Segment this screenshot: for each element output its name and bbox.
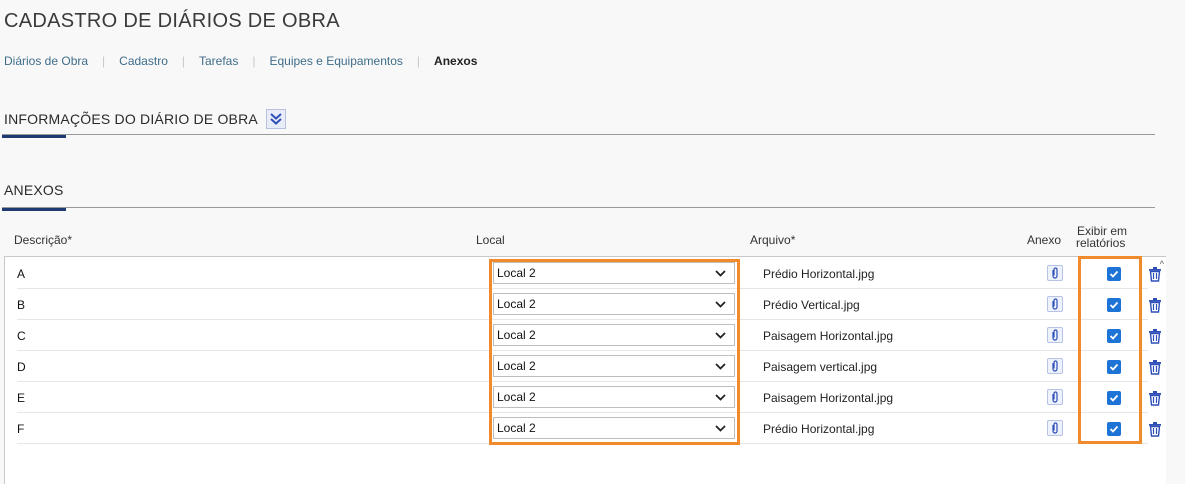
chevron-down-icon xyxy=(715,299,726,313)
double-chevron-down-icon[interactable] xyxy=(265,109,286,129)
chevron-down-icon xyxy=(715,361,726,375)
exibir-checkbox[interactable] xyxy=(1107,298,1121,312)
exibir-checkbox[interactable] xyxy=(1107,329,1121,343)
trash-icon[interactable] xyxy=(1147,389,1163,407)
breadcrumb-separator: | xyxy=(252,54,256,68)
trash-icon[interactable] xyxy=(1147,358,1163,376)
row-descricao[interactable]: E xyxy=(17,382,477,413)
local-select[interactable]: Local 2 xyxy=(493,417,735,439)
local-select[interactable]: Local 2 xyxy=(493,355,735,377)
section-accent-bar xyxy=(2,135,66,138)
section-accent-bar xyxy=(2,208,66,211)
row-descricao[interactable]: D xyxy=(17,351,477,382)
row-arquivo: Prédio Vertical.jpg xyxy=(763,297,860,312)
section-divider xyxy=(2,207,1155,208)
local-select[interactable]: Local 2 xyxy=(493,324,735,346)
col-header-descricao[interactable]: Descrição* xyxy=(14,233,72,247)
row-arquivo: Paisagem Horizontal.jpg xyxy=(763,390,894,405)
chevron-down-icon xyxy=(715,330,726,344)
row-descricao[interactable]: A xyxy=(17,258,477,289)
col-header-arquivo[interactable]: Arquivo* xyxy=(750,233,795,247)
breadcrumb-separator: | xyxy=(181,54,185,68)
paperclip-icon[interactable] xyxy=(1047,358,1063,374)
paperclip-icon[interactable] xyxy=(1047,420,1063,436)
paperclip-icon[interactable] xyxy=(1047,327,1063,343)
paperclip-icon[interactable] xyxy=(1047,265,1063,281)
local-select-value: Local 2 xyxy=(497,359,536,373)
breadcrumb-tarefas[interactable]: Tarefas xyxy=(199,54,238,68)
exibir-checkbox[interactable] xyxy=(1107,422,1121,436)
table-row: D Local 2 Paisagem vertical.jpg xyxy=(17,351,1161,382)
local-select[interactable]: Local 2 xyxy=(493,386,735,408)
local-select-value: Local 2 xyxy=(497,390,536,404)
trash-icon[interactable] xyxy=(1147,296,1163,314)
col-header-exibir[interactable]: Exibir em relatórios xyxy=(1076,225,1127,249)
row-descricao[interactable]: F xyxy=(17,413,477,444)
attachments-grid: ^ A Local 2 Prédio Horizontal.jpg B Loca… xyxy=(4,256,1166,484)
trash-icon[interactable] xyxy=(1147,420,1163,438)
local-select-value: Local 2 xyxy=(497,266,536,280)
col-header-local[interactable]: Local xyxy=(476,233,505,247)
exibir-checkbox[interactable] xyxy=(1107,267,1121,281)
col-header-exibir-line2: relatórios xyxy=(1076,236,1126,250)
breadcrumb-cadastro[interactable]: Cadastro xyxy=(119,54,168,68)
exibir-checkbox[interactable] xyxy=(1107,391,1121,405)
section-anexos-header: ANEXOS xyxy=(4,182,64,198)
table-row: E Local 2 Paisagem Horizontal.jpg xyxy=(17,382,1161,413)
local-select-value: Local 2 xyxy=(497,328,536,342)
table-row: C Local 2 Paisagem Horizontal.jpg xyxy=(17,320,1161,351)
section-info-title: INFORMAÇÕES DO DIÁRIO DE OBRA xyxy=(4,111,258,127)
section-info-header: INFORMAÇÕES DO DIÁRIO DE OBRA xyxy=(4,109,286,129)
chevron-down-icon xyxy=(715,423,726,437)
exibir-checkbox[interactable] xyxy=(1107,360,1121,374)
breadcrumb: Diários de Obra | Cadastro | Tarefas | E… xyxy=(4,54,477,68)
table-row: F Local 2 Prédio Horizontal.jpg xyxy=(17,413,1161,444)
table-row: B Local 2 Prédio Vertical.jpg xyxy=(17,289,1161,320)
table-row: A Local 2 Prédio Horizontal.jpg xyxy=(17,258,1161,289)
breadcrumb-diarios[interactable]: Diários de Obra xyxy=(4,54,88,68)
page-title: CADASTRO DE DIÁRIOS DE OBRA xyxy=(4,10,340,32)
row-arquivo: Paisagem vertical.jpg xyxy=(763,359,878,374)
col-header-anexo[interactable]: Anexo xyxy=(1027,233,1061,247)
section-anexos-title: ANEXOS xyxy=(4,182,64,198)
row-arquivo: Prédio Horizontal.jpg xyxy=(763,266,875,281)
local-select[interactable]: Local 2 xyxy=(493,262,735,284)
paperclip-icon[interactable] xyxy=(1047,389,1063,405)
chevron-down-icon xyxy=(715,268,726,282)
row-descricao[interactable]: C xyxy=(17,320,477,351)
breadcrumb-separator: | xyxy=(102,54,106,68)
paperclip-icon[interactable] xyxy=(1047,296,1063,312)
row-arquivo: Prédio Horizontal.jpg xyxy=(763,421,875,436)
row-descricao[interactable]: B xyxy=(17,289,477,320)
local-select-value: Local 2 xyxy=(497,421,536,435)
trash-icon[interactable] xyxy=(1147,265,1163,283)
breadcrumb-equipes[interactable]: Equipes e Equipamentos xyxy=(269,54,402,68)
breadcrumb-separator: | xyxy=(416,54,421,68)
local-select-value: Local 2 xyxy=(497,297,536,311)
row-arquivo: Paisagem Horizontal.jpg xyxy=(763,328,894,343)
section-divider xyxy=(2,134,1155,135)
trash-icon[interactable] xyxy=(1147,327,1163,345)
chevron-down-icon xyxy=(715,392,726,406)
breadcrumb-anexos[interactable]: Anexos xyxy=(434,54,477,68)
local-select[interactable]: Local 2 xyxy=(493,293,735,315)
